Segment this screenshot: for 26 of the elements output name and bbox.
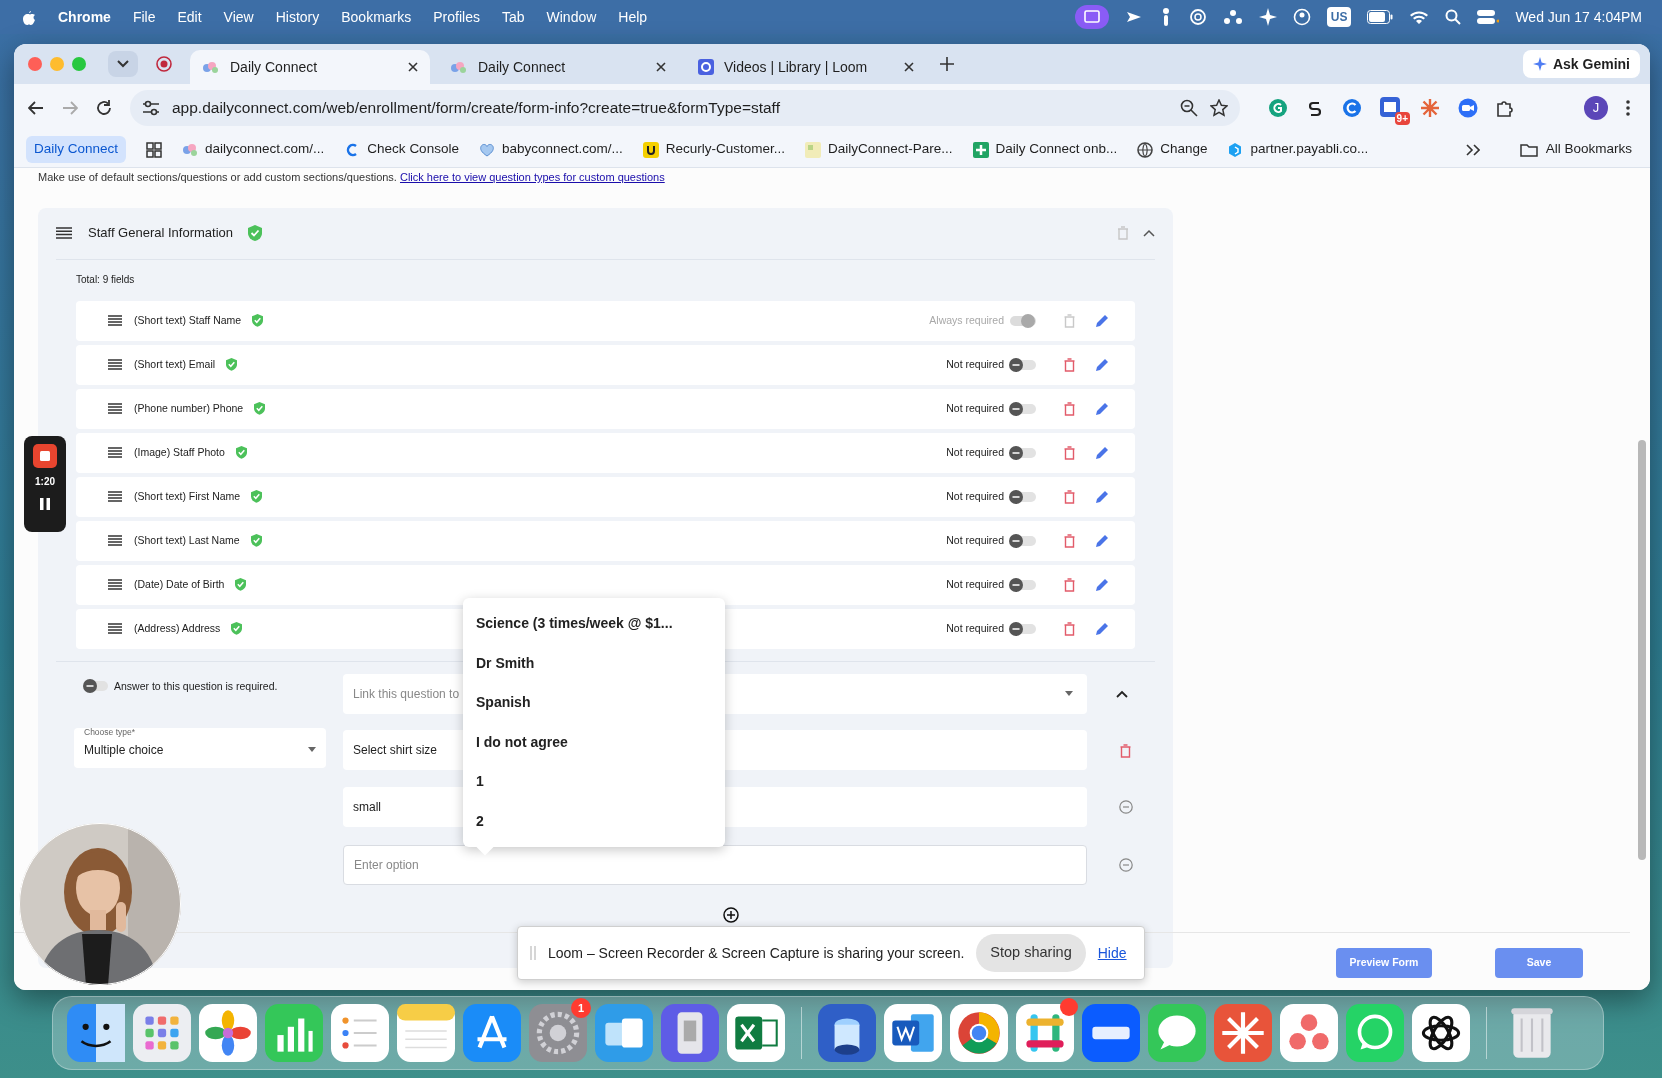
field-count: Total: 9 fields [76,272,136,287]
required-label: Answer to this question is required. [114,678,278,694]
field-label: (Short text) Last Name [134,532,240,548]
recording-timer: 1:20 [35,475,55,489]
required-status: Not required [946,400,1004,416]
required-status: Not required [946,576,1004,592]
field-label: Choose type* [84,725,136,739]
field-label: (Address) Address [134,620,221,636]
field-label: (Image) Staff Photo [134,444,225,460]
intro-text: Make use of default sections/questions or add custom sections/questions. Click here to view question types for custom questions [38,170,666,185]
field-label: (Short text) Email [134,356,216,372]
menu-clock: Wed Jun 17 4:04PM [1515,7,1642,27]
field-label: (Short text) First Name [134,488,241,504]
required-status: Not required [946,356,1004,372]
required-status: Not required [946,444,1004,460]
sharing-message: Loom – Screen Recorder & Screen Capture is sharing your screen. [548,943,965,963]
notification-badge: 1 [571,998,591,1018]
required-status: Not required [946,488,1004,504]
field-label: (Date) Date of Birth [134,576,225,592]
required-status: Not required [946,532,1004,548]
required-status: Not required [946,620,1004,636]
notification-badge: 9+ [1394,112,1410,125]
field-label: (Phone number) Phone [134,400,244,416]
field-label: (Short text) Staff Name [134,312,242,328]
required-status: Always required [929,312,1004,328]
section-title: Staff General Information [88,224,233,243]
